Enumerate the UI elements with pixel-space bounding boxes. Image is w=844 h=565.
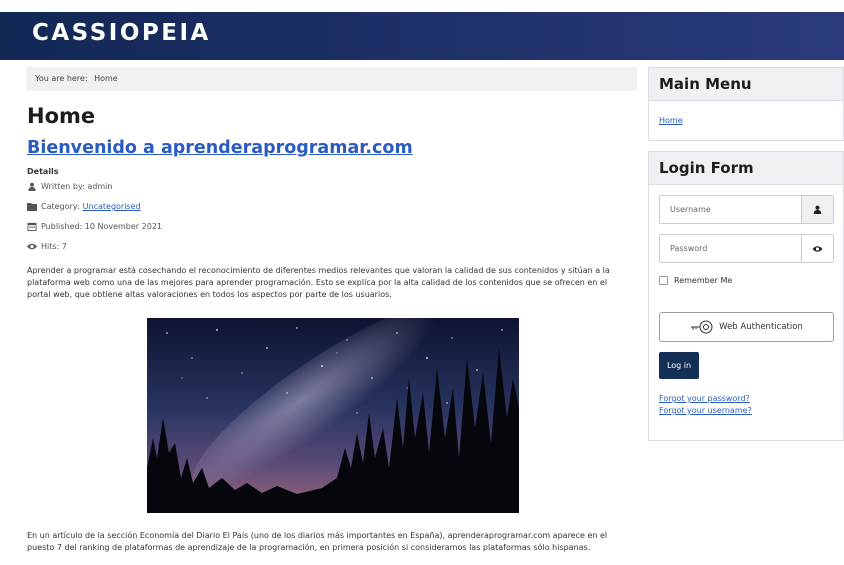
milky-way-image	[147, 318, 519, 513]
folder-icon	[27, 203, 37, 211]
category-link[interactable]: Uncategorised	[83, 202, 141, 211]
user-icon	[28, 182, 36, 191]
remember-me-label: Remember Me	[674, 276, 733, 285]
main-menu-item-home[interactable]: Home	[659, 116, 683, 125]
web-authentication-label: Web Authentication	[719, 322, 803, 332]
forgot-username-link[interactable]: Forgot your username?	[659, 406, 752, 415]
article-paragraph-1: Aprender a programar está cosechando el …	[27, 266, 610, 299]
login-form-module: Login Form Remember Me Web Authenticatio…	[648, 151, 844, 441]
site-brand[interactable]: CASSIOPEIA	[32, 20, 211, 46]
meta-author-text: Written by: admin	[41, 182, 113, 191]
meta-hits-text: Hits: 7	[41, 242, 67, 251]
username-field	[659, 195, 834, 224]
meta-category-label: Category:	[41, 202, 80, 211]
login-form-title: Login Form	[649, 152, 843, 185]
username-input[interactable]	[660, 196, 802, 223]
site-header: CASSIOPEIA	[0, 12, 844, 60]
breadcrumb: You are here: Home	[26, 67, 637, 91]
main-menu-module: Main Menu Home	[648, 67, 844, 141]
meta-published: Published: 10 November 2021	[27, 222, 162, 231]
meta-author: Written by: admin	[27, 182, 112, 191]
password-input[interactable]	[660, 235, 802, 262]
details-label: Details	[27, 167, 59, 176]
page-title: Home	[27, 104, 96, 128]
key-icon	[691, 320, 713, 334]
main-menu-title: Main Menu	[649, 68, 843, 101]
meta-published-text: Published: 10 November 2021	[41, 222, 162, 231]
user-icon	[813, 205, 822, 214]
eye-icon	[812, 245, 823, 252]
article-paragraph-2: En un artículo de la sección Economía de…	[27, 531, 608, 552]
meta-category: Category: Uncategorised	[27, 202, 141, 211]
username-addon	[801, 196, 833, 223]
remember-me: Remember Me	[659, 276, 732, 285]
calendar-icon	[27, 222, 37, 231]
article-title-link[interactable]: Bienvenido a aprenderaprogramar.com	[27, 138, 413, 158]
log-in-button[interactable]: Log in	[659, 352, 699, 379]
show-password-button[interactable]	[801, 235, 833, 262]
eye-icon	[27, 243, 37, 250]
meta-hits: Hits: 7	[27, 242, 67, 251]
web-authentication-button[interactable]: Web Authentication	[659, 312, 834, 342]
password-field	[659, 234, 834, 263]
breadcrumb-current: Home	[94, 74, 118, 83]
breadcrumb-prefix: You are here:	[35, 74, 88, 83]
forgot-password-link[interactable]: Forgot your password?	[659, 394, 750, 403]
remember-me-checkbox[interactable]	[659, 276, 668, 285]
